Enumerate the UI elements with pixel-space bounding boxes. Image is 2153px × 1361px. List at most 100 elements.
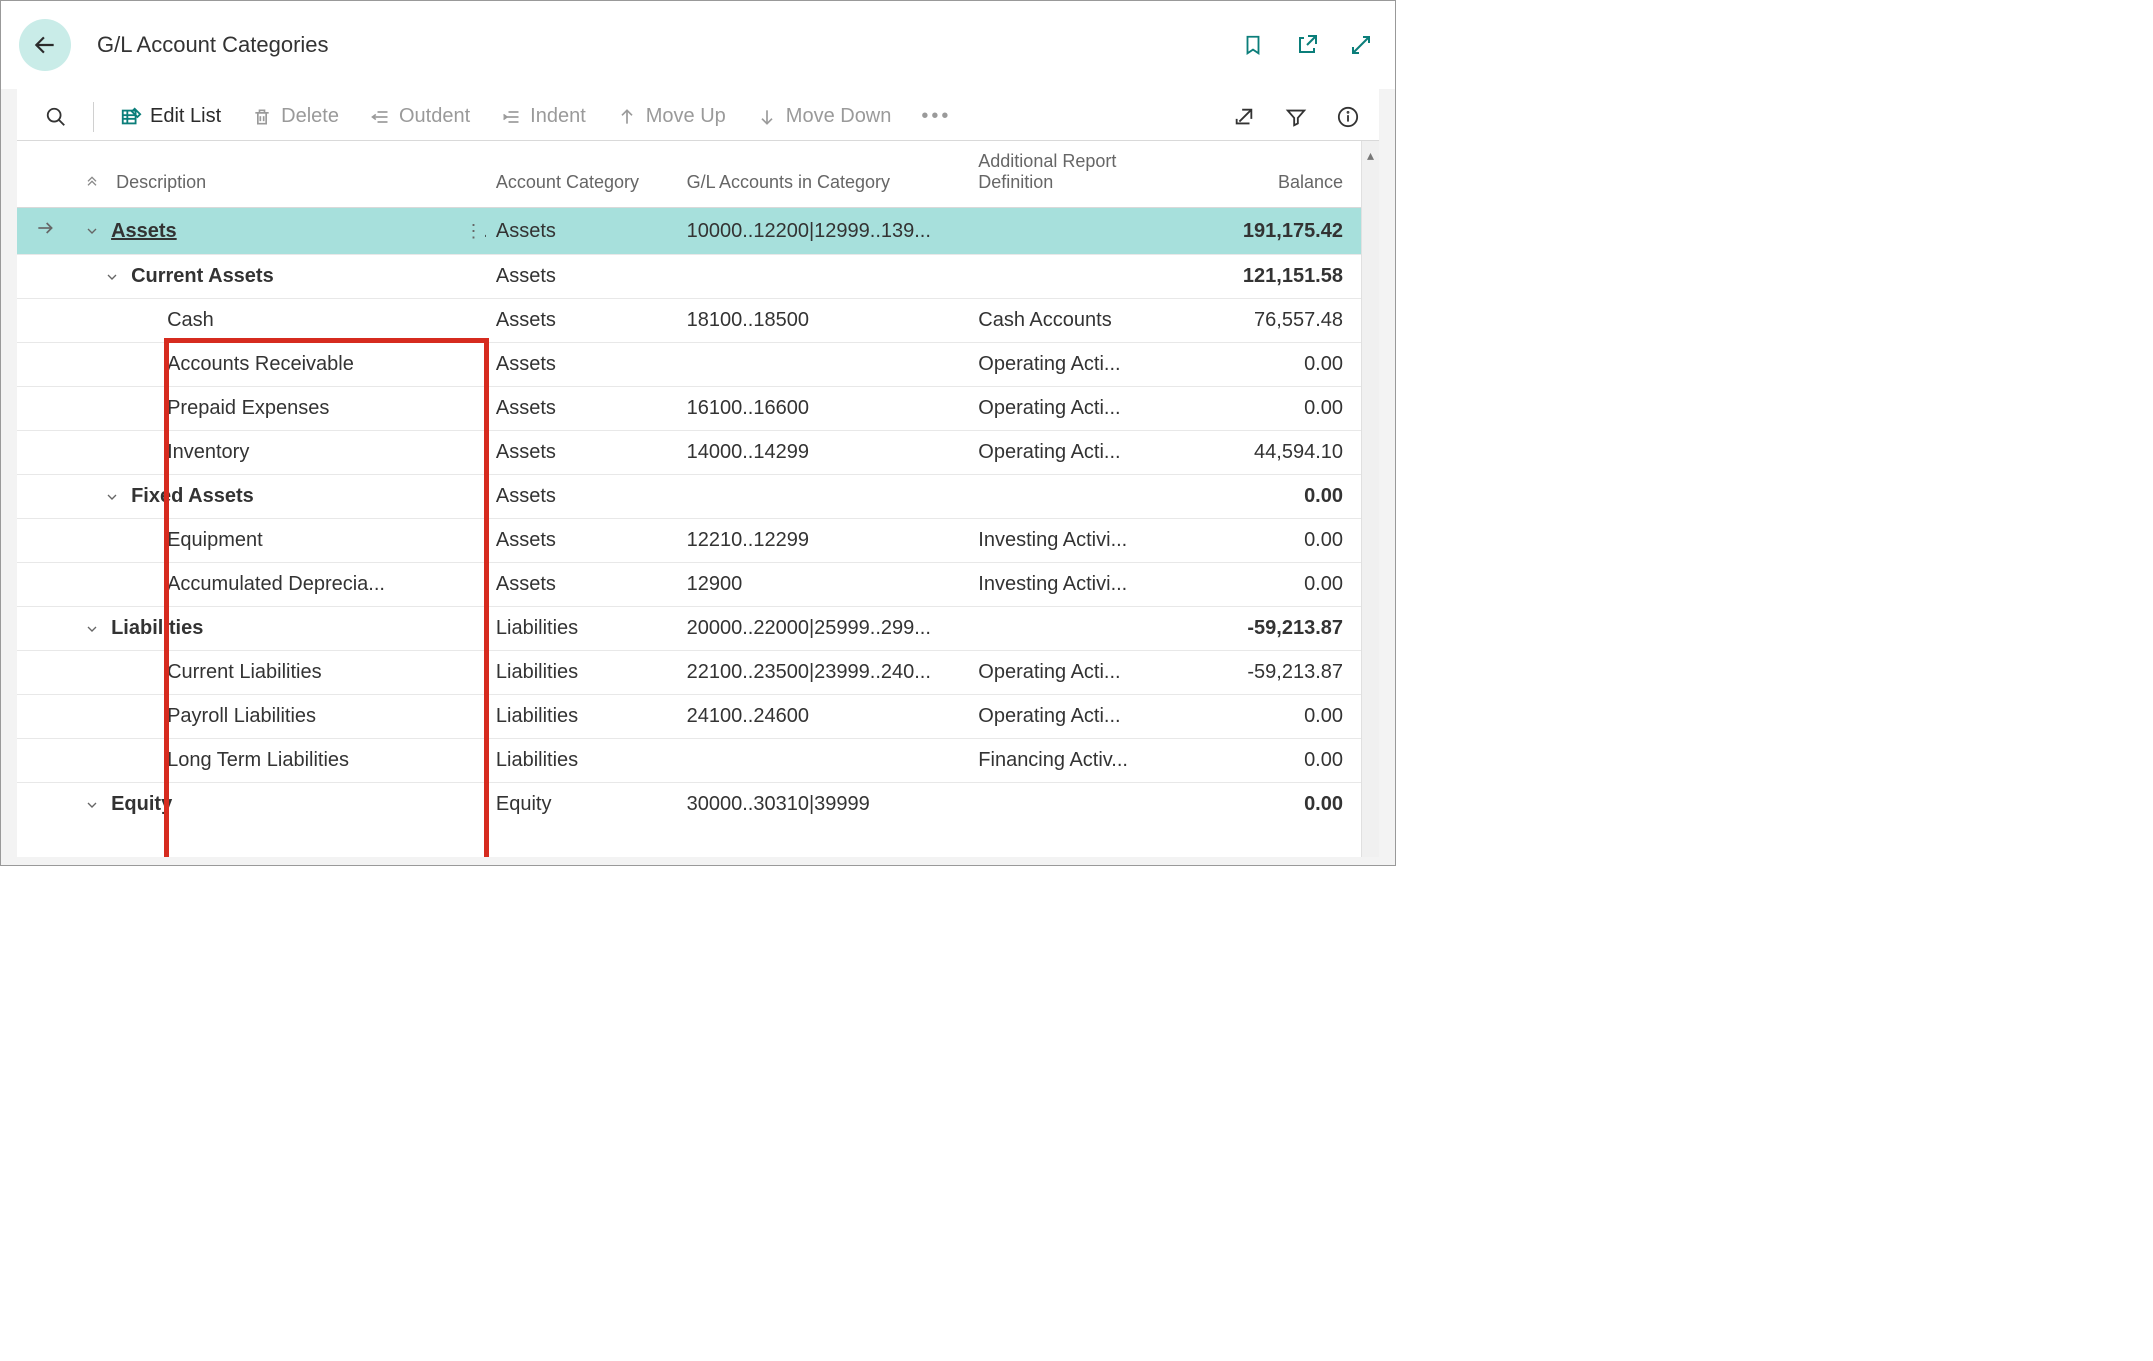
- table-row[interactable]: Payroll Liabilities Liabilities24100..246…: [17, 695, 1361, 739]
- cell-account-category[interactable]: Assets: [486, 519, 677, 563]
- cell-balance[interactable]: 0.00: [1170, 739, 1361, 783]
- table-row[interactable]: Equipment Assets12210..12299Investing Act…: [17, 519, 1361, 563]
- row-indicator[interactable]: [17, 519, 73, 563]
- table-row[interactable]: Accounts Receivable Assets Operating Acti.…: [17, 343, 1361, 387]
- header-balance[interactable]: Balance: [1170, 141, 1361, 208]
- table-row[interactable]: EquityEquity30000..30310|399990.00: [17, 783, 1361, 827]
- cell-gl-accounts[interactable]: [677, 343, 969, 387]
- table-row[interactable]: Current AssetsAssets121,151.58: [17, 255, 1361, 299]
- row-indicator[interactable]: [17, 563, 73, 607]
- cell-gl-accounts[interactable]: [677, 739, 969, 783]
- cell-description[interactable]: Prepaid Expenses: [73, 387, 454, 431]
- expand-button[interactable]: [1347, 31, 1375, 59]
- cell-report-definition[interactable]: [968, 475, 1170, 519]
- collapse-all-icon[interactable]: [83, 172, 101, 188]
- cell-account-category[interactable]: Liabilities: [486, 695, 677, 739]
- table-row[interactable]: Accumulated Deprecia... Assets12900Invest…: [17, 563, 1361, 607]
- cell-account-category[interactable]: Assets: [486, 299, 677, 343]
- cell-gl-accounts[interactable]: 30000..30310|39999: [677, 783, 969, 827]
- cell-account-category[interactable]: Assets: [486, 475, 677, 519]
- cell-gl-accounts[interactable]: 12900: [677, 563, 969, 607]
- row-indicator[interactable]: [17, 651, 73, 695]
- table-row[interactable]: CashAssets18100..18500Cash Accounts76,55…: [17, 299, 1361, 343]
- table-row[interactable]: Assets⋮Assets10000..12200|12999..139...1…: [17, 208, 1361, 255]
- cell-description[interactable]: Long Term Liabilities: [73, 739, 454, 783]
- cell-description[interactable]: Inventory: [73, 431, 454, 475]
- more-actions-button[interactable]: •••: [911, 101, 961, 132]
- outdent-button[interactable]: Outdent: [359, 101, 480, 132]
- row-indicator[interactable]: [17, 343, 73, 387]
- cell-report-definition[interactable]: [968, 783, 1170, 827]
- popout-button[interactable]: [1293, 31, 1321, 59]
- cell-description[interactable]: Payroll Liabilities: [73, 695, 454, 739]
- share-button[interactable]: [1231, 104, 1257, 130]
- cell-gl-accounts[interactable]: 14000..14299: [677, 431, 969, 475]
- cell-gl-accounts[interactable]: 24100..24600: [677, 695, 969, 739]
- cell-report-definition[interactable]: Operating Acti...: [968, 387, 1170, 431]
- row-indicator[interactable]: [17, 607, 73, 651]
- row-indicator[interactable]: [17, 208, 73, 255]
- search-button[interactable]: [35, 102, 77, 132]
- cell-description[interactable]: Equity: [73, 783, 454, 827]
- cell-balance[interactable]: 191,175.42: [1170, 208, 1361, 255]
- cell-account-category[interactable]: Assets: [486, 387, 677, 431]
- cell-gl-accounts[interactable]: [677, 255, 969, 299]
- row-indicator[interactable]: [17, 783, 73, 827]
- cell-account-category[interactable]: Liabilities: [486, 651, 677, 695]
- delete-button[interactable]: Delete: [241, 101, 349, 132]
- header-account-category[interactable]: Account Category: [486, 141, 677, 208]
- cell-description[interactable]: Fixed Assets: [73, 475, 454, 519]
- cell-gl-accounts[interactable]: 20000..22000|25999..299...: [677, 607, 969, 651]
- cell-balance[interactable]: 121,151.58: [1170, 255, 1361, 299]
- move-down-button[interactable]: Move Down: [746, 101, 902, 132]
- cell-report-definition[interactable]: [968, 607, 1170, 651]
- cell-balance[interactable]: 0.00: [1170, 783, 1361, 827]
- cell-balance[interactable]: 0.00: [1170, 563, 1361, 607]
- cell-report-definition[interactable]: Operating Acti...: [968, 343, 1170, 387]
- filter-button[interactable]: [1283, 104, 1309, 130]
- table-row[interactable]: Long Term Liabilities Liabilities Financin…: [17, 739, 1361, 783]
- cell-gl-accounts[interactable]: 18100..18500: [677, 299, 969, 343]
- chevron-down-icon[interactable]: [103, 489, 121, 505]
- row-indicator[interactable]: [17, 431, 73, 475]
- table-row[interactable]: Fixed AssetsAssets0.00: [17, 475, 1361, 519]
- indent-button[interactable]: Indent: [490, 101, 596, 132]
- cell-account-category[interactable]: Assets: [486, 255, 677, 299]
- back-button[interactable]: [19, 19, 71, 71]
- cell-account-category[interactable]: Liabilities: [486, 607, 677, 651]
- table-row[interactable]: Inventory Assets14000..14299Operating Act…: [17, 431, 1361, 475]
- header-gl-accounts[interactable]: G/L Accounts in Category: [677, 141, 969, 208]
- cell-balance[interactable]: 0.00: [1170, 519, 1361, 563]
- cell-description[interactable]: Accumulated Deprecia...: [73, 563, 454, 607]
- move-up-button[interactable]: Move Up: [606, 101, 736, 132]
- row-indicator[interactable]: [17, 739, 73, 783]
- cell-description[interactable]: Equipment: [73, 519, 454, 563]
- cell-account-category[interactable]: Liabilities: [486, 739, 677, 783]
- edit-list-button[interactable]: Edit List: [110, 101, 231, 132]
- chevron-down-icon[interactable]: [83, 223, 101, 239]
- cell-report-definition[interactable]: Operating Acti...: [968, 695, 1170, 739]
- table-row[interactable]: Prepaid ExpensesAssets16100..16600Operat…: [17, 387, 1361, 431]
- row-indicator[interactable]: [17, 255, 73, 299]
- cell-balance[interactable]: -59,213.87: [1170, 651, 1361, 695]
- cell-report-definition[interactable]: [968, 208, 1170, 255]
- header-report-def[interactable]: Additional Report Definition: [968, 141, 1170, 208]
- cell-account-category[interactable]: Assets: [486, 563, 677, 607]
- cell-description[interactable]: Liabilities: [73, 607, 454, 651]
- cell-account-category[interactable]: Assets: [486, 431, 677, 475]
- cell-report-definition[interactable]: Investing Activi...: [968, 563, 1170, 607]
- chevron-down-icon[interactable]: [103, 269, 121, 285]
- cell-account-category[interactable]: Assets: [486, 343, 677, 387]
- cell-balance[interactable]: 0.00: [1170, 695, 1361, 739]
- cell-description[interactable]: Accounts Receivable: [73, 343, 454, 387]
- cell-report-definition[interactable]: Investing Activi...: [968, 519, 1170, 563]
- cell-description[interactable]: Assets: [73, 208, 454, 255]
- cell-balance[interactable]: 76,557.48: [1170, 299, 1361, 343]
- cell-report-definition[interactable]: Operating Acti...: [968, 651, 1170, 695]
- cell-description[interactable]: Cash: [73, 299, 454, 343]
- cell-report-definition[interactable]: Operating Acti...: [968, 431, 1170, 475]
- row-indicator[interactable]: [17, 299, 73, 343]
- cell-balance[interactable]: 0.00: [1170, 387, 1361, 431]
- cell-report-definition[interactable]: Financing Activ...: [968, 739, 1170, 783]
- cell-gl-accounts[interactable]: 12210..12299: [677, 519, 969, 563]
